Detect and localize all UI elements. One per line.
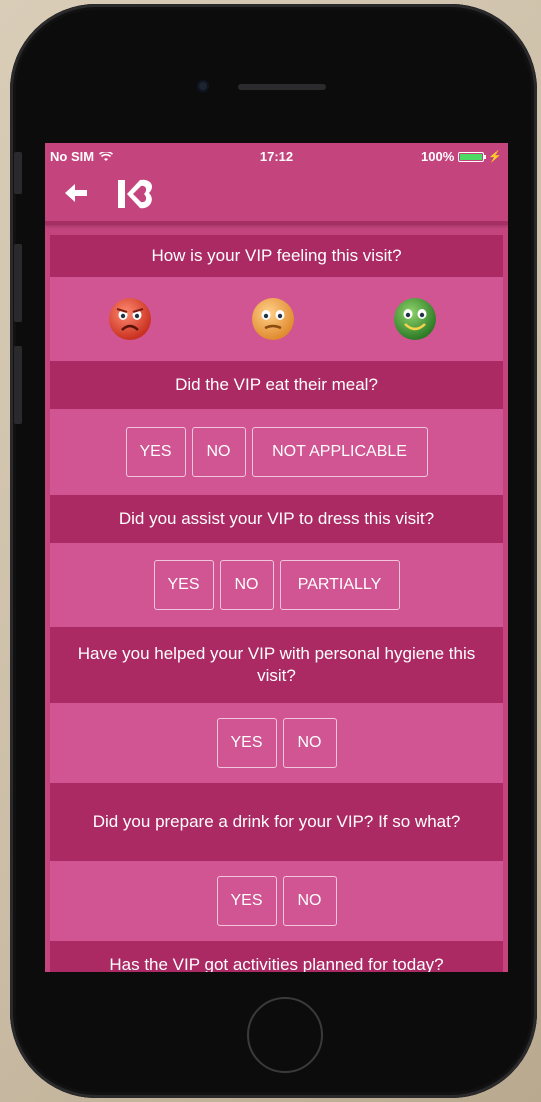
meal-no-button[interactable]: NO <box>191 427 246 477</box>
question-hygiene: Have you helped your VIP with personal h… <box>50 627 503 703</box>
question-drink: Did you prepare a drink for your VIP? If… <box>50 783 503 861</box>
questionnaire: How is your VIP feeling this visit? Did … <box>45 225 508 972</box>
app-screen: No SIM 17:12 100% ⚡ How is your VIP feel <box>45 143 508 972</box>
volume-up-button <box>14 244 22 322</box>
question-mood: How is your VIP feeling this visit? <box>50 235 503 277</box>
question-text: How is your VIP feeling this visit? <box>151 246 402 265</box>
home-button[interactable] <box>247 997 323 1073</box>
question-text: Did the VIP eat their meal? <box>175 375 378 394</box>
battery-icon <box>458 151 487 162</box>
brand-logo-icon <box>118 179 153 209</box>
dress-yes-button[interactable]: YES <box>153 560 214 610</box>
meal-not-applicable-button[interactable]: NOT APPLICABLE <box>251 427 428 477</box>
question-text: Did you assist your VIP to dress this vi… <box>118 509 435 528</box>
neutral-face-icon[interactable] <box>251 297 295 341</box>
hygiene-no-button[interactable]: NO <box>282 718 337 768</box>
question-text: Did you prepare a drink for your VIP? If… <box>92 812 461 831</box>
dress-partially-button[interactable]: PARTIALLY <box>279 560 400 610</box>
question-text: Has the VIP got activities planned for t… <box>109 955 444 972</box>
hygiene-yes-button[interactable]: YES <box>216 718 277 768</box>
mood-answer-row <box>50 277 503 361</box>
question-activities: Has the VIP got activities planned for t… <box>50 941 503 972</box>
volume-down-button <box>14 346 22 424</box>
sad-face-icon[interactable] <box>108 297 152 341</box>
meal-answer-row: YES NO NOT APPLICABLE <box>50 409 503 495</box>
status-bar: No SIM 17:12 100% ⚡ <box>45 143 508 167</box>
drink-no-button[interactable]: NO <box>282 876 337 926</box>
dress-answer-row: YES NO PARTIALLY <box>50 543 503 627</box>
charging-icon: ⚡ <box>488 151 502 163</box>
meal-yes-button[interactable]: YES <box>125 427 186 477</box>
dress-no-button[interactable]: NO <box>219 560 274 610</box>
front-camera <box>197 80 209 92</box>
arrow-left-icon[interactable] <box>63 181 89 205</box>
drink-yes-button[interactable]: YES <box>216 876 277 926</box>
hygiene-answer-row: YES NO <box>50 703 503 783</box>
question-text: Have you helped your VIP with personal h… <box>77 644 476 685</box>
nav-bar <box>45 167 508 221</box>
drink-answer-row: YES NO <box>50 861 503 941</box>
battery-percent: 100% <box>421 149 455 164</box>
question-dress: Did you assist your VIP to dress this vi… <box>50 495 503 543</box>
question-meal: Did the VIP eat their meal? <box>50 361 503 409</box>
happy-face-icon[interactable] <box>393 297 437 341</box>
mute-switch <box>14 152 22 194</box>
earpiece-speaker <box>238 84 326 90</box>
